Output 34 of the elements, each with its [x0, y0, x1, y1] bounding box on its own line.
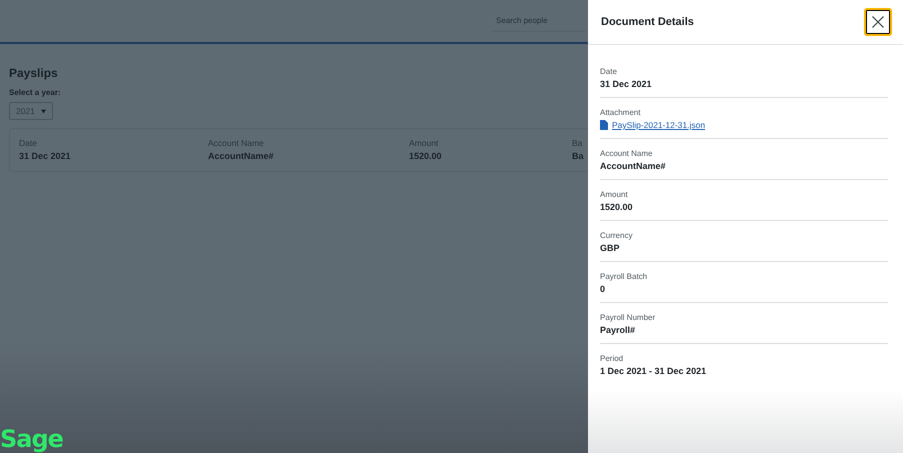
table-cell-text: 31 Dec 2021 [19, 151, 72, 161]
field-label: Payroll Number [600, 313, 656, 322]
page-title: Payslips [9, 66, 59, 80]
drawer-title: Document Details [601, 16, 694, 28]
field-label: Attachment [600, 108, 642, 117]
table-cell-text: 1520.00 [409, 151, 443, 161]
field-label: Date [600, 67, 618, 76]
field-value: AccountName# [600, 161, 667, 171]
close-icon [872, 16, 884, 28]
column-heading: Date [19, 138, 38, 148]
field-value: GBP [600, 243, 621, 253]
table-cell-text: AccountName# [208, 151, 275, 161]
year-label: Select a year: [9, 88, 62, 97]
field-value: 1520.00 [600, 202, 634, 212]
field-label: Account Name [600, 149, 654, 158]
attachment-link[interactable]: PaySlip-2021-12-31.json [600, 120, 888, 130]
field-value: Payroll# [600, 325, 636, 335]
field-value: 31 Dec 2021 [600, 79, 653, 89]
column-heading: Account Name [208, 138, 265, 148]
field-label: Payroll Batch [600, 272, 648, 281]
search-field[interactable]: Search people [492, 10, 586, 32]
payslip-row[interactable]: Date Account Name Amount Ba 31 Dec 2021 AccountName# 1520.00 Ba [9, 128, 588, 172]
document-icon [600, 120, 608, 130]
field-label: Amount [600, 190, 629, 199]
column-heading: Amount [409, 138, 440, 148]
field-label: Period [600, 354, 624, 363]
field-value: 0 [600, 284, 606, 294]
caret-icon [40, 108, 46, 114]
table-cell-text: Ba [572, 151, 585, 161]
field-label: Currency [600, 231, 634, 240]
column-heading: Ba [572, 138, 584, 148]
logo: Sage [0, 427, 64, 451]
field-value: 1 Dec 2021 - 31 Dec 2021 [600, 366, 708, 376]
close-button[interactable] [864, 8, 892, 36]
